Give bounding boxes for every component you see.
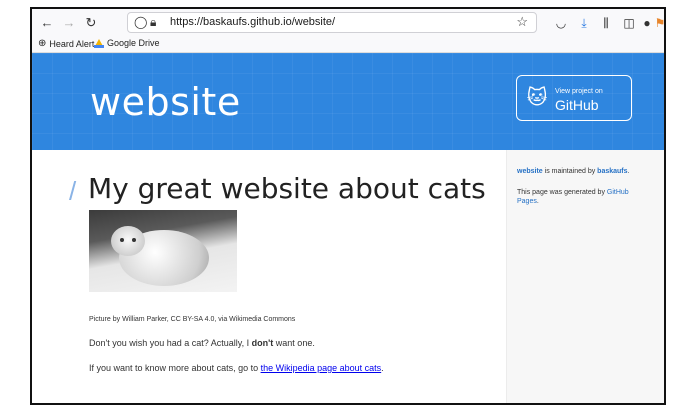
sidebar-icon[interactable]: ◫ [620,14,638,32]
maintainer-text: website is maintained by baskaufs. [517,168,630,175]
bookmark-google-drive[interactable]: Google Drive [94,38,160,48]
url-text[interactable]: https://baskaufs.github.io/website/ [170,16,335,28]
forward-icon[interactable]: → [60,14,78,32]
tracking-protection-icon[interactable]: ◯ [134,15,147,29]
image-caption: Picture by William Parker, CC BY-SA 4.0,… [89,316,296,323]
library-icon[interactable]: ⫼ [597,14,615,32]
view-on-github-button[interactable]: 🐱︎ View project on GitHub [516,75,632,121]
site-title[interactable]: website [90,80,241,124]
cat-photo [89,210,237,292]
reload-icon[interactable]: ↻ [82,14,100,32]
generated-by-text: This page was generated by GitHub Pages. [517,189,629,205]
github-button-big-text: GitHub [555,97,599,113]
heading-slash-decoration: / [69,176,77,206]
globe-icon: ⊕ [38,38,47,49]
lock-icon[interactable]: 🔒︎ [150,15,156,30]
browser-window: ← → ↻ ◯ 🔒︎ https://baskaufs.github.io/we… [30,7,666,405]
github-button-small-text: View project on [555,88,603,95]
sidebar: website is maintained by baskaufs. This … [506,150,664,403]
project-link[interactable]: website [517,168,543,175]
maintainer-link[interactable]: baskaufs [597,168,627,175]
wikipedia-link[interactable]: the Wikipedia page about cats [261,363,382,373]
paragraph-cat-wish: Don't you wish you had a cat? Actually, … [89,338,315,348]
back-icon[interactable]: ← [38,14,56,32]
extension-icon[interactable]: ⚑ [651,14,664,32]
bookmark-star-icon[interactable]: ☆ [516,14,528,30]
bookmarks-bar: ⊕ Heard Alert Google Drive [32,36,664,53]
page-title: My great website about cats [88,172,486,205]
bookmark-heard-alert[interactable]: ⊕ Heard Alert [38,38,94,49]
google-drive-icon [94,38,104,48]
paragraph-more-info: If you want to know more about cats, go … [89,363,384,373]
github-octocat-icon: 🐱︎ [526,87,548,109]
bookmark-label: Google Drive [107,38,160,48]
downloads-icon[interactable]: ⤓ [575,14,593,32]
page-content: / My great website about cats Picture by… [32,150,664,403]
pocket-icon[interactable]: ◡ [552,14,570,32]
address-bar[interactable]: ◯ 🔒︎ https://baskaufs.github.io/website/… [127,12,537,33]
browser-toolbar: ← → ↻ ◯ 🔒︎ https://baskaufs.github.io/we… [32,9,664,36]
site-header: website 🐱︎ View project on GitHub [32,53,664,150]
bookmark-label: Heard Alert [49,38,95,49]
